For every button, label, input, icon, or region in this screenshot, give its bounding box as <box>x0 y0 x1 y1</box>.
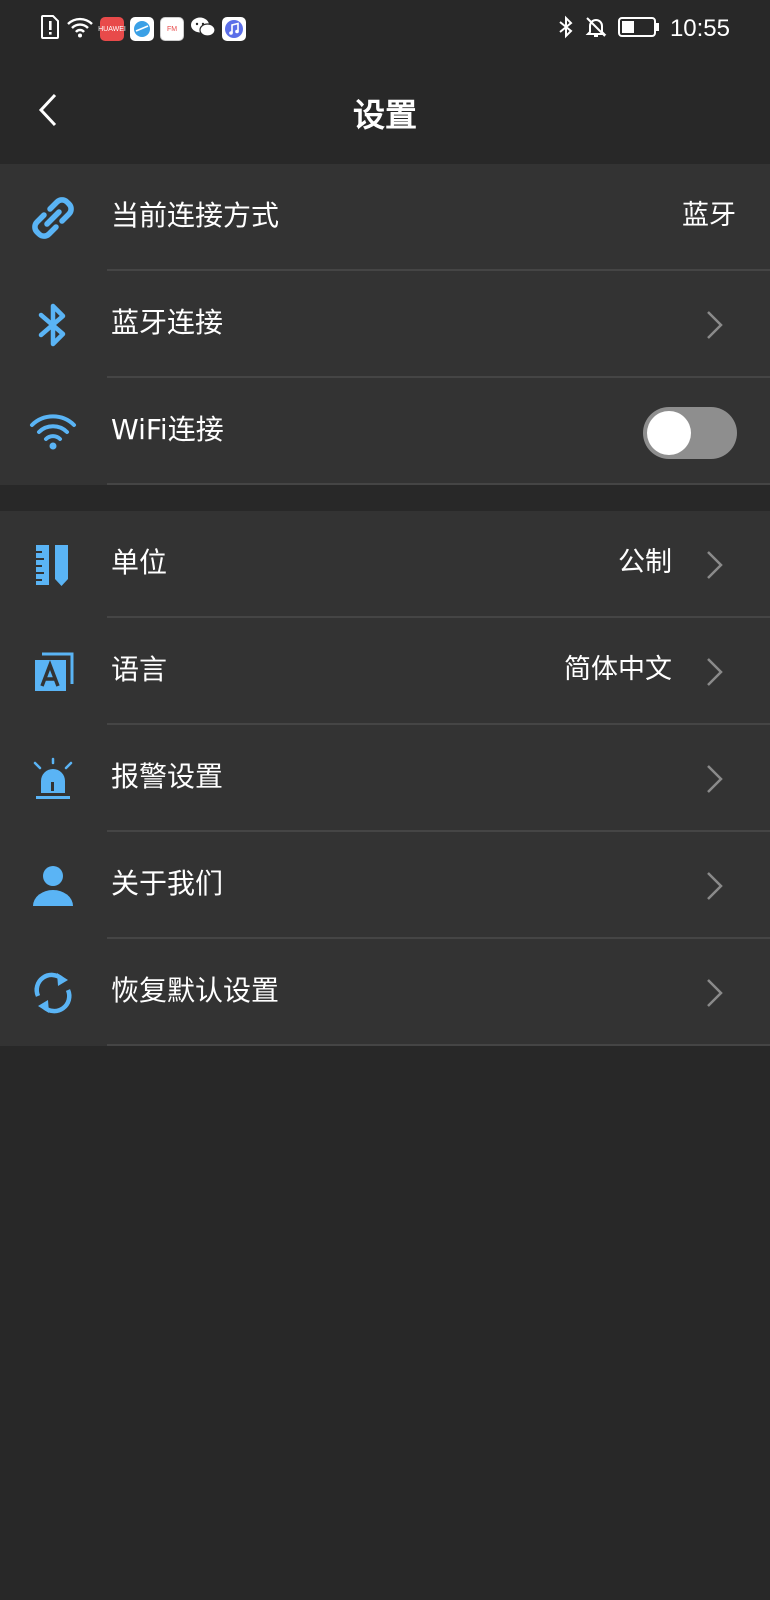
setting-label: 蓝牙连接 <box>111 306 224 339</box>
huawei-app-icon: HUAWEI <box>98 17 126 41</box>
person-icon <box>28 861 78 911</box>
chevron-right-icon <box>707 872 723 900</box>
setting-row-about[interactable]: 关于我们 <box>0 832 770 939</box>
setting-row-reset[interactable]: 恢复默认设置 <box>0 939 770 1046</box>
setting-value: 简体中文 <box>564 654 672 685</box>
chevron-right-icon <box>707 551 723 579</box>
divider <box>107 483 770 485</box>
page-title: 设置 <box>352 96 417 134</box>
status-bar: HUAWEI FM 10:55 <box>0 0 770 58</box>
setting-row-connection-mode: 当前连接方式 蓝牙 <box>0 164 770 271</box>
setting-row-bluetooth[interactable]: 蓝牙连接 <box>0 271 770 378</box>
setting-row-language[interactable]: 语言 简体中文 <box>0 618 770 725</box>
browser-app-icon <box>130 17 154 41</box>
connection-settings-group: 当前连接方式 蓝牙 蓝牙连接 WiFi连接 <box>0 164 770 485</box>
setting-label: 语言 <box>111 653 168 686</box>
language-icon <box>28 647 78 697</box>
setting-row-unit[interactable]: 单位 公制 <box>0 511 770 618</box>
music-app-icon <box>222 17 246 41</box>
setting-value: 公制 <box>618 547 672 578</box>
status-bar-right: 10:55 <box>558 15 730 43</box>
status-bar-left: HUAWEI FM <box>40 15 246 43</box>
setting-row-wifi: WiFi连接 <box>0 378 770 485</box>
setting-label: WiFi连接 <box>111 413 224 446</box>
setting-value: 蓝牙 <box>682 200 736 231</box>
setting-label: 报警设置 <box>111 760 224 793</box>
toggle-knob <box>647 411 691 455</box>
setting-label: 单位 <box>111 546 168 579</box>
wifi-toggle[interactable] <box>643 407 737 459</box>
bluetooth-status-icon <box>558 15 574 43</box>
bluetooth-icon <box>28 300 78 350</box>
battery-icon <box>617 16 660 42</box>
setting-label: 关于我们 <box>111 867 224 900</box>
chevron-right-icon <box>707 765 723 793</box>
setting-row-alarm[interactable]: 报警设置 <box>0 725 770 832</box>
sim-alert-icon <box>40 15 60 43</box>
divider <box>107 1044 770 1046</box>
bell-muted-icon <box>584 15 608 43</box>
wifi-status-icon <box>66 16 94 42</box>
nav-bar: 设置 <box>0 58 770 164</box>
wifi-icon <box>28 407 78 457</box>
fm-app-icon: FM <box>160 17 184 41</box>
setting-label: 恢复默认设置 <box>111 974 280 1007</box>
status-time: 10:55 <box>669 15 730 42</box>
siren-icon <box>28 754 78 804</box>
link-icon <box>28 193 78 243</box>
general-settings-group: 单位 公制 语言 简体中文 报警设置 关于我们 恢复默认设置 <box>0 511 770 1046</box>
refresh-icon <box>28 968 78 1018</box>
setting-label: 当前连接方式 <box>111 199 280 232</box>
wechat-app-icon <box>190 16 216 42</box>
chevron-right-icon <box>707 979 723 1007</box>
chevron-right-icon <box>707 311 723 339</box>
ruler-pencil-icon <box>28 540 78 590</box>
chevron-right-icon <box>707 658 723 686</box>
